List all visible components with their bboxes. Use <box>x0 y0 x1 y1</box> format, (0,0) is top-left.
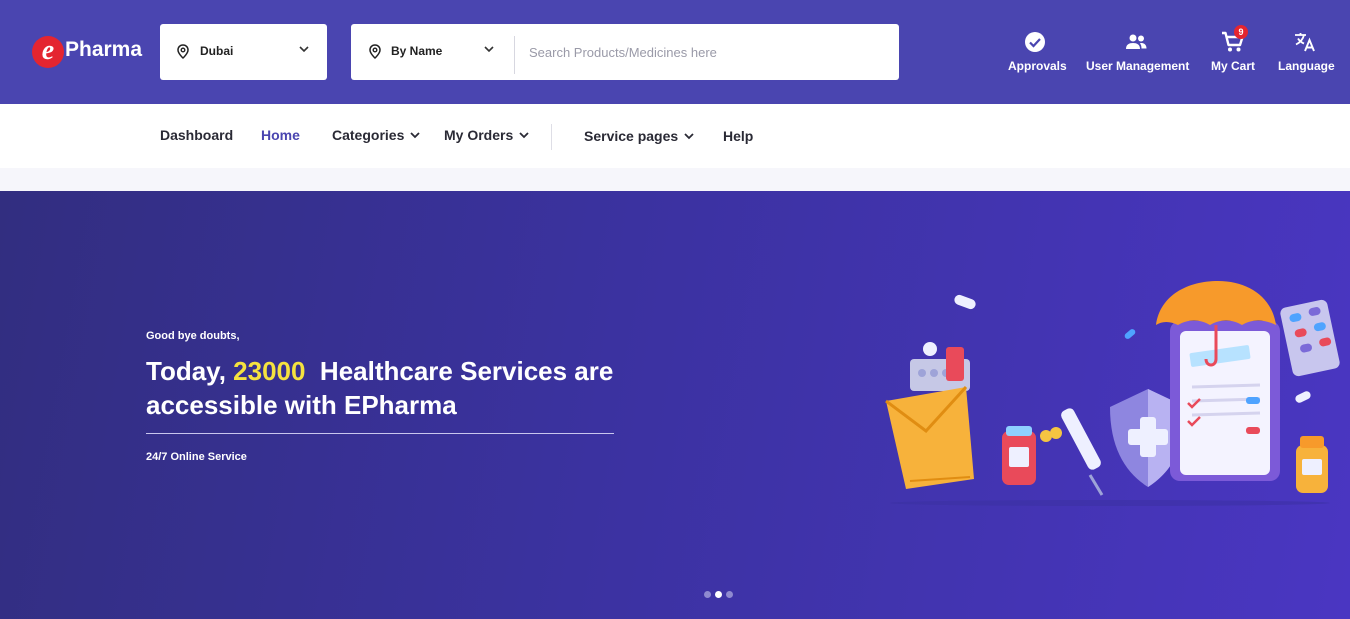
language-label: Language <box>1278 59 1335 73</box>
check-circle-icon <box>1025 32 1045 52</box>
user-management-label: User Management <box>1086 59 1190 73</box>
hero-kicker: Good bye doubts, <box>146 330 240 342</box>
nav-home-label: Home <box>261 127 300 143</box>
logo-text: Pharma <box>65 38 143 61</box>
users-icon <box>1126 34 1147 49</box>
chevron-down-icon <box>299 46 309 53</box>
nav-service-pages[interactable]: Service pages <box>584 128 694 144</box>
chevron-down-icon[interactable] <box>484 46 494 53</box>
hero-headline: Today, 23000 Healthcare Services are acc… <box>146 354 636 422</box>
carousel-dot-1[interactable] <box>704 591 711 598</box>
hero-headline-number: 23000 <box>233 356 306 386</box>
top-header: e Pharma Dubai By Name Approv <box>0 0 1350 104</box>
healthcare-illustration <box>885 281 1340 506</box>
approvals-button[interactable]: Approvals <box>1008 30 1067 73</box>
logo-mark: e <box>32 36 64 68</box>
carousel-indicators <box>704 591 733 598</box>
search-box: By Name <box>351 24 899 80</box>
my-cart-button[interactable]: 9 My Cart <box>1208 25 1258 73</box>
nav-categories[interactable]: Categories <box>332 127 420 143</box>
chevron-down-icon <box>519 131 529 138</box>
epharma-logo[interactable]: e Pharma <box>32 34 142 70</box>
location-select[interactable]: Dubai <box>160 24 327 80</box>
search-type-select[interactable]: By Name <box>391 44 442 58</box>
nav-home[interactable]: Home <box>261 127 300 143</box>
hero-subtext: 24/7 Online Service <box>146 451 247 463</box>
language-button[interactable]: Language <box>1278 30 1335 73</box>
search-input[interactable] <box>529 40 879 64</box>
search-divider <box>514 36 515 74</box>
location-pin-icon <box>369 44 381 59</box>
nav-divider <box>551 124 552 150</box>
location-pin-icon <box>177 44 189 59</box>
chevron-down-icon <box>410 131 420 138</box>
carousel-dot-2[interactable] <box>715 591 722 598</box>
hero-headline-pre: Today, <box>146 356 234 386</box>
main-nav: Dashboard Home Categories My Orders Serv… <box>0 104 1350 168</box>
nav-help[interactable]: Help <box>723 128 753 144</box>
nav-my-orders-label: My Orders <box>444 127 514 143</box>
location-value: Dubai <box>200 44 234 58</box>
approvals-label: Approvals <box>1008 59 1067 73</box>
nav-help-label: Help <box>723 128 754 144</box>
hero-divider <box>146 433 614 434</box>
nav-service-pages-label: Service pages <box>584 128 679 144</box>
nav-categories-label: Categories <box>332 127 405 143</box>
hero-banner: Good bye doubts, Today, 23000 Healthcare… <box>0 191 1350 619</box>
translate-icon <box>1295 33 1315 52</box>
carousel-dot-3[interactable] <box>726 591 733 598</box>
my-cart-label: My Cart <box>1210 59 1255 73</box>
nav-dashboard[interactable]: Dashboard <box>160 127 233 143</box>
chevron-down-icon <box>684 132 694 139</box>
cart-count-badge: 9 <box>1234 25 1248 39</box>
nav-dashboard-label: Dashboard <box>160 127 234 143</box>
user-management-button[interactable]: User Management <box>1086 30 1190 73</box>
nav-my-orders[interactable]: My Orders <box>444 127 529 143</box>
